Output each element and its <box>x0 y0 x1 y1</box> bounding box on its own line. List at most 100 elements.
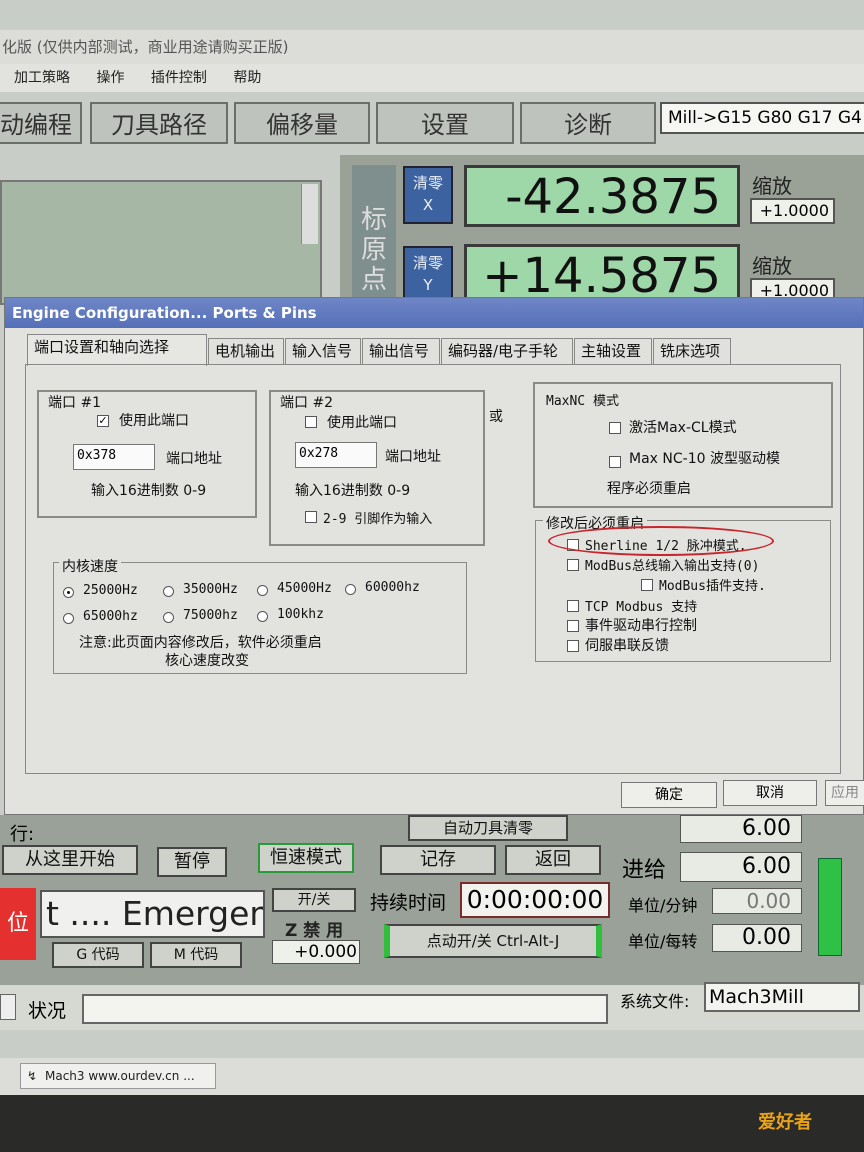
menu-operation[interactable]: 操作 <box>96 70 124 86</box>
taskbar-item-mach3[interactable]: ↯ Mach3 www.ourdev.cn ... <box>20 1063 216 1089</box>
speed-60000-label: 60000hz <box>365 580 420 595</box>
profile-value: Mach3Mill <box>704 982 860 1012</box>
menu-machining-strategy[interactable]: 加工策略 <box>14 70 70 86</box>
speed-35000-label: 35000Hz <box>183 582 238 597</box>
scrollbar[interactable] <box>301 184 318 244</box>
port2-hint: 输入16进制数 0-9 <box>295 483 411 499</box>
cancel-button[interactable]: 取消 <box>723 780 817 806</box>
gcode-view-panel <box>0 180 322 305</box>
feed-label: 进给 <box>622 858 667 883</box>
servo-feedback-label: 伺服串联反馈 <box>585 638 669 654</box>
port2-pins-input-checkbox[interactable] <box>305 511 317 523</box>
speed-35000-radio[interactable] <box>163 586 174 597</box>
mcode-button[interactable]: M 代码 <box>150 942 242 968</box>
port1-enable-label: 使用此端口 <box>119 413 189 429</box>
port1-enable-checkbox[interactable]: ✓ <box>97 415 109 427</box>
feed-value[interactable]: 6.00 <box>680 852 802 882</box>
ok-button[interactable]: 确定 <box>621 782 717 808</box>
tab-output-signals[interactable]: 输出信号 <box>362 338 440 364</box>
zero-y-button[interactable]: 清零 Y <box>403 246 453 304</box>
tab-settings[interactable]: 设置 <box>376 102 514 144</box>
tcp-modbus-label: TCP Modbus 支持 <box>585 600 698 615</box>
port2-enable-checkbox[interactable] <box>305 416 317 428</box>
zero-y-label: 清零 <box>412 254 443 272</box>
tab-motor-outputs[interactable]: 电机输出 <box>208 338 284 364</box>
z-inhibit-toggle-button[interactable]: 开/关 <box>272 888 356 912</box>
units-per-min-label: 单位/分钟 <box>628 896 698 915</box>
zero-x-label: 清零 <box>412 174 443 192</box>
constant-velocity-button[interactable]: 恒速模式 <box>258 843 354 873</box>
tab-port-axis[interactable]: 端口设置和轴向选择 <box>27 334 207 366</box>
watermark-logo: 爱好者 <box>758 1112 812 1133</box>
maxnc-10-checkbox[interactable] <box>609 456 621 468</box>
emergency-message: t .... Emergen <box>40 890 265 938</box>
taskbar-item-label: Mach3 www.ourdev.cn ... <box>45 1069 195 1083</box>
apply-button[interactable]: 应用 <box>825 780 864 806</box>
gcode-modal-status: Mill->G15 G80 G17 G4 <box>660 102 864 134</box>
tab-input-signals[interactable]: 输入信号 <box>285 338 361 364</box>
or-label: 或 <box>489 409 503 425</box>
speed-25000-radio[interactable] <box>63 587 74 598</box>
annotation-red-ellipse <box>548 526 774 556</box>
feed-override-value[interactable]: 6.00 <box>680 815 802 843</box>
servo-feedback-checkbox[interactable] <box>567 640 579 652</box>
tab-spindle-setup[interactable]: 主轴设置 <box>574 338 652 364</box>
z-inhibit-value[interactable]: +0.000 <box>272 940 360 964</box>
feed-indicator-bar <box>818 858 842 956</box>
zero-y-axis: Y <box>423 276 433 294</box>
auto-tool-zero-button[interactable]: 自动刀具清零 <box>408 815 568 841</box>
jog-toggle-button[interactable]: 点动开/关 Ctrl-Alt-J <box>384 924 602 958</box>
record-button[interactable]: 记存 <box>380 845 496 875</box>
port2-legend: 端口 #2 <box>277 392 337 412</box>
dialog-title: Engine Configuration... Ports & Pins <box>5 298 863 328</box>
port2-enable-label: 使用此端口 <box>327 415 397 431</box>
port2-address-label: 端口地址 <box>385 449 441 465</box>
tab-mill-options[interactable]: 铣床选项 <box>653 338 731 364</box>
speed-25000-label: 25000Hz <box>83 583 138 598</box>
tab-toolpath[interactable]: 刀具路径 <box>90 102 228 144</box>
port2-address-input[interactable]: 0x278 <box>295 442 377 468</box>
tab-program-run[interactable]: 动编程 <box>0 102 82 144</box>
dro-x-value[interactable]: -42.3875 <box>464 165 740 227</box>
menu-plugin-control[interactable]: 插件控制 <box>151 70 207 86</box>
z-inhibit-label: Z 禁 用 <box>285 921 344 941</box>
return-button[interactable]: 返回 <box>505 845 601 875</box>
port2-pins-input-label: 2-9 引脚作为输入 <box>323 512 433 527</box>
status-scroll-button[interactable] <box>0 994 16 1020</box>
speed-65000-radio[interactable] <box>63 613 74 624</box>
menu-help[interactable]: 帮助 <box>233 70 261 86</box>
speed-100k-radio[interactable] <box>257 611 268 622</box>
status-message-field <box>82 994 608 1024</box>
speed-100k-label: 100khz <box>277 607 324 622</box>
pause-button[interactable]: 暂停 <box>157 847 227 877</box>
kernel-speed-legend: 内核速度 <box>59 556 121 576</box>
speed-60000-radio[interactable] <box>345 584 356 595</box>
duration-label: 持续时间 <box>370 892 447 914</box>
port1-legend: 端口 #1 <box>45 392 105 412</box>
run-from-here-button[interactable]: 从这里开始 <box>2 845 138 875</box>
modbus-plugin-checkbox[interactable] <box>641 579 653 591</box>
maxnc-cl-label: 激活Max-CL模式 <box>629 420 737 436</box>
tab-encoder-mpg[interactable]: 编码器/电子手轮 <box>441 338 573 364</box>
tab-offsets[interactable]: 偏移量 <box>234 102 370 144</box>
port1-hint: 输入16进制数 0-9 <box>91 483 207 499</box>
port1-address-input[interactable]: 0x378 <box>73 444 155 470</box>
reset-button[interactable]: 位 <box>0 888 36 960</box>
zero-x-button[interactable]: 清零 X <box>403 166 453 224</box>
modbus-io-checkbox[interactable] <box>567 559 579 571</box>
status-label: 状况 <box>28 1000 67 1022</box>
profile-label: 系统文件: <box>620 992 690 1011</box>
tcp-modbus-checkbox[interactable] <box>567 600 579 612</box>
tab-diagnostics[interactable]: 诊断 <box>520 102 656 144</box>
modbus-plugin-label: ModBus插件支持. <box>659 579 766 594</box>
maxnc-cl-checkbox[interactable] <box>609 422 621 434</box>
event-serial-checkbox[interactable] <box>567 620 579 632</box>
speed-75000-radio[interactable] <box>163 612 174 623</box>
scale-x-value[interactable]: +1.0000 <box>750 198 835 224</box>
line-label: 行: <box>10 824 35 845</box>
modbus-io-label: ModBus总线输入输出支持(0) <box>585 559 760 574</box>
gcode-button[interactable]: G 代码 <box>52 942 144 968</box>
speed-45000-radio[interactable] <box>257 585 268 596</box>
kernel-note-1: 注意:此页面内容修改后，软件必须重启 <box>79 635 322 651</box>
units-per-rev-label: 单位/每转 <box>628 932 698 951</box>
